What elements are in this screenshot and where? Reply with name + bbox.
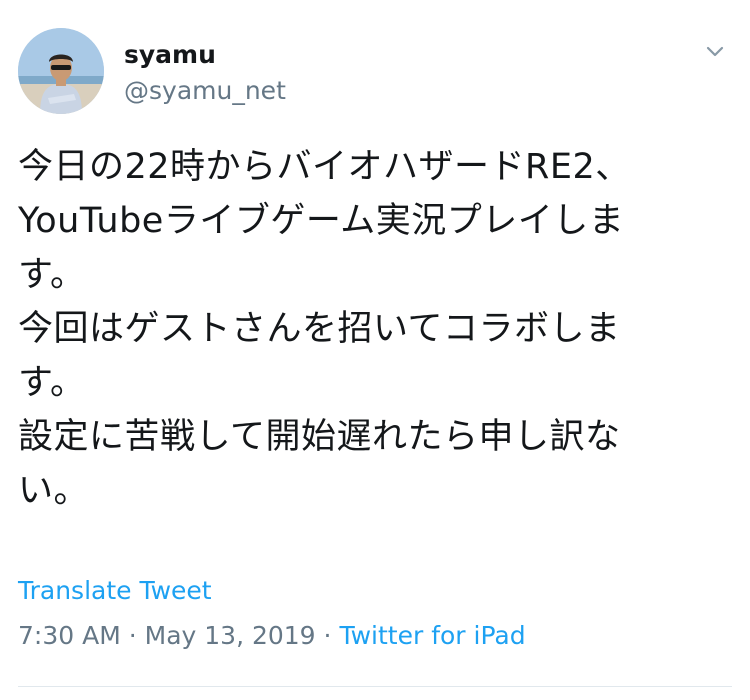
meta-separator: · xyxy=(128,621,137,650)
translate-tweet-link[interactable]: Translate Tweet xyxy=(18,575,212,607)
meta-separator: · xyxy=(323,621,332,650)
display-name[interactable]: syamu xyxy=(124,40,216,70)
tweet-meta: 7:30 AM · May 13, 2019 · Twitter for iPa… xyxy=(18,620,526,652)
user-handle[interactable]: @syamu_net xyxy=(124,76,286,106)
avatar[interactable] xyxy=(18,28,104,114)
tweet-card: syamu @syamu_net 今日の22時からバイオハザードRE2、 You… xyxy=(0,0,750,700)
tweet-text: 今日の22時からバイオハザードRE2、 YouTubeライブゲーム実況プレイしま… xyxy=(18,147,631,511)
chevron-down-icon[interactable] xyxy=(700,36,730,66)
tweet-time: 7:30 AM xyxy=(18,621,121,650)
avatar-image xyxy=(18,28,104,114)
divider xyxy=(18,686,732,687)
tweet-source-link[interactable]: Twitter for iPad xyxy=(339,621,525,650)
tweet-date: May 13, 2019 xyxy=(144,621,316,650)
